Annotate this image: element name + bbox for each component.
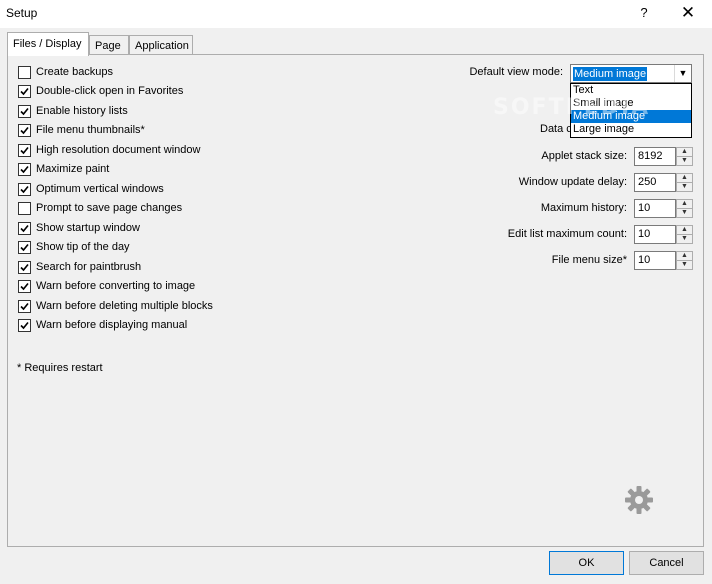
spin-down-icon[interactable]: ▼ bbox=[676, 260, 693, 270]
cancel-button[interactable]: Cancel bbox=[629, 551, 704, 575]
spinner-label: Applet stack size: bbox=[541, 150, 627, 162]
checkbox-label: Enable history lists bbox=[36, 105, 128, 117]
spin-down-icon[interactable]: ▼ bbox=[676, 234, 693, 244]
spinner-label: File menu size* bbox=[551, 254, 627, 266]
tab-page[interactable]: Page bbox=[89, 35, 129, 55]
checkmark-icon bbox=[20, 302, 29, 311]
checkbox-label: Show tip of the day bbox=[36, 241, 130, 253]
checkbox[interactable] bbox=[18, 183, 31, 196]
checkmark-icon bbox=[20, 224, 29, 233]
checkbox[interactable] bbox=[18, 241, 31, 254]
spin-buttons[interactable]: ▲ ▼ bbox=[676, 199, 693, 218]
chevron-down-icon[interactable]: ▼ bbox=[674, 65, 691, 82]
checkbox-label: Maximize paint bbox=[36, 163, 110, 175]
window-update-delay-input[interactable]: 250 bbox=[634, 173, 676, 192]
checkbox[interactable] bbox=[18, 261, 31, 274]
checkbox[interactable] bbox=[18, 105, 31, 118]
checkmark-icon bbox=[20, 263, 29, 272]
checkbox[interactable] bbox=[18, 144, 31, 157]
checkmark-icon bbox=[20, 165, 29, 174]
checkbox[interactable] bbox=[18, 85, 31, 98]
spin-buttons[interactable]: ▲ ▼ bbox=[676, 251, 693, 270]
files-display-panel: Create backups Double-click open in Favo… bbox=[7, 54, 704, 547]
checkbox-label: Search for paintbrush bbox=[36, 261, 142, 273]
checkmark-icon bbox=[20, 321, 29, 330]
data-cache-label: Data c bbox=[540, 123, 572, 135]
view-mode-select[interactable]: Medium image ▼ bbox=[570, 64, 692, 83]
checkbox-label: File menu thumbnails* bbox=[36, 124, 145, 136]
close-button[interactable]: ✕ bbox=[674, 2, 702, 24]
checkbox-label: Prompt to save page changes bbox=[36, 202, 183, 214]
spinner-label: Maximum history: bbox=[540, 202, 627, 214]
checkbox[interactable] bbox=[18, 280, 31, 293]
tab-files-display[interactable]: Files / Display bbox=[7, 32, 89, 56]
checkmark-icon bbox=[20, 126, 29, 135]
spin-down-icon[interactable]: ▼ bbox=[676, 208, 693, 218]
file-menu-size-input[interactable]: 10 bbox=[634, 251, 676, 270]
ok-button[interactable]: OK bbox=[549, 551, 624, 575]
checkbox-label: High resolution document window bbox=[36, 144, 201, 156]
window-title: Setup bbox=[6, 6, 38, 20]
checkbox[interactable] bbox=[18, 319, 31, 332]
checkmark-icon bbox=[20, 146, 29, 155]
spin-buttons[interactable]: ▲ ▼ bbox=[676, 173, 693, 192]
applet-stack-size-input[interactable]: 8192 bbox=[634, 147, 676, 166]
spin-buttons[interactable]: ▲ ▼ bbox=[676, 147, 693, 166]
spinner-label: Window update delay: bbox=[518, 176, 627, 188]
gear-icon[interactable] bbox=[624, 485, 654, 515]
checkbox-label: Warn before deleting multiple blocks bbox=[36, 300, 213, 312]
maximum-history-input[interactable]: 10 bbox=[634, 199, 676, 218]
checkbox-label: Show startup window bbox=[36, 222, 140, 234]
checkbox[interactable] bbox=[18, 222, 31, 235]
checkbox-label: Warn before displaying manual bbox=[36, 319, 188, 331]
checkmark-icon bbox=[20, 107, 29, 116]
checkmark-icon bbox=[20, 243, 29, 252]
checkbox[interactable] bbox=[18, 66, 31, 79]
checkbox-label: Warn before converting to image bbox=[36, 280, 196, 292]
spinner-label: Edit list maximum count: bbox=[507, 228, 627, 240]
spin-down-icon[interactable]: ▼ bbox=[676, 182, 693, 192]
checkmark-icon bbox=[20, 282, 29, 291]
help-button[interactable]: ? bbox=[632, 2, 656, 24]
view-mode-label: Default view mode: bbox=[469, 66, 563, 78]
dropdown-option[interactable]: Large image bbox=[571, 123, 691, 136]
spin-down-icon[interactable]: ▼ bbox=[676, 156, 693, 166]
checkbox-label: Double-click open in Favorites bbox=[36, 85, 184, 97]
checkbox[interactable] bbox=[18, 124, 31, 137]
checkmark-icon bbox=[20, 87, 29, 96]
view-mode-value: Medium image bbox=[573, 67, 648, 81]
checkbox-label: Create backups bbox=[36, 66, 114, 78]
checkbox-label: Optimum vertical windows bbox=[36, 183, 164, 195]
spin-buttons[interactable]: ▲ ▼ bbox=[676, 225, 693, 244]
checkmark-icon bbox=[20, 185, 29, 194]
edit-list-max-count-input[interactable]: 10 bbox=[634, 225, 676, 244]
checkbox[interactable] bbox=[18, 163, 31, 176]
restart-note: * Requires restart bbox=[17, 362, 103, 374]
title-bar: Setup ? ✕ bbox=[0, 0, 712, 28]
checkbox[interactable] bbox=[18, 202, 31, 215]
checkbox[interactable] bbox=[18, 300, 31, 313]
softpedia-watermark: SOFTPEDIA bbox=[493, 95, 651, 120]
tab-application[interactable]: Application bbox=[129, 35, 193, 55]
